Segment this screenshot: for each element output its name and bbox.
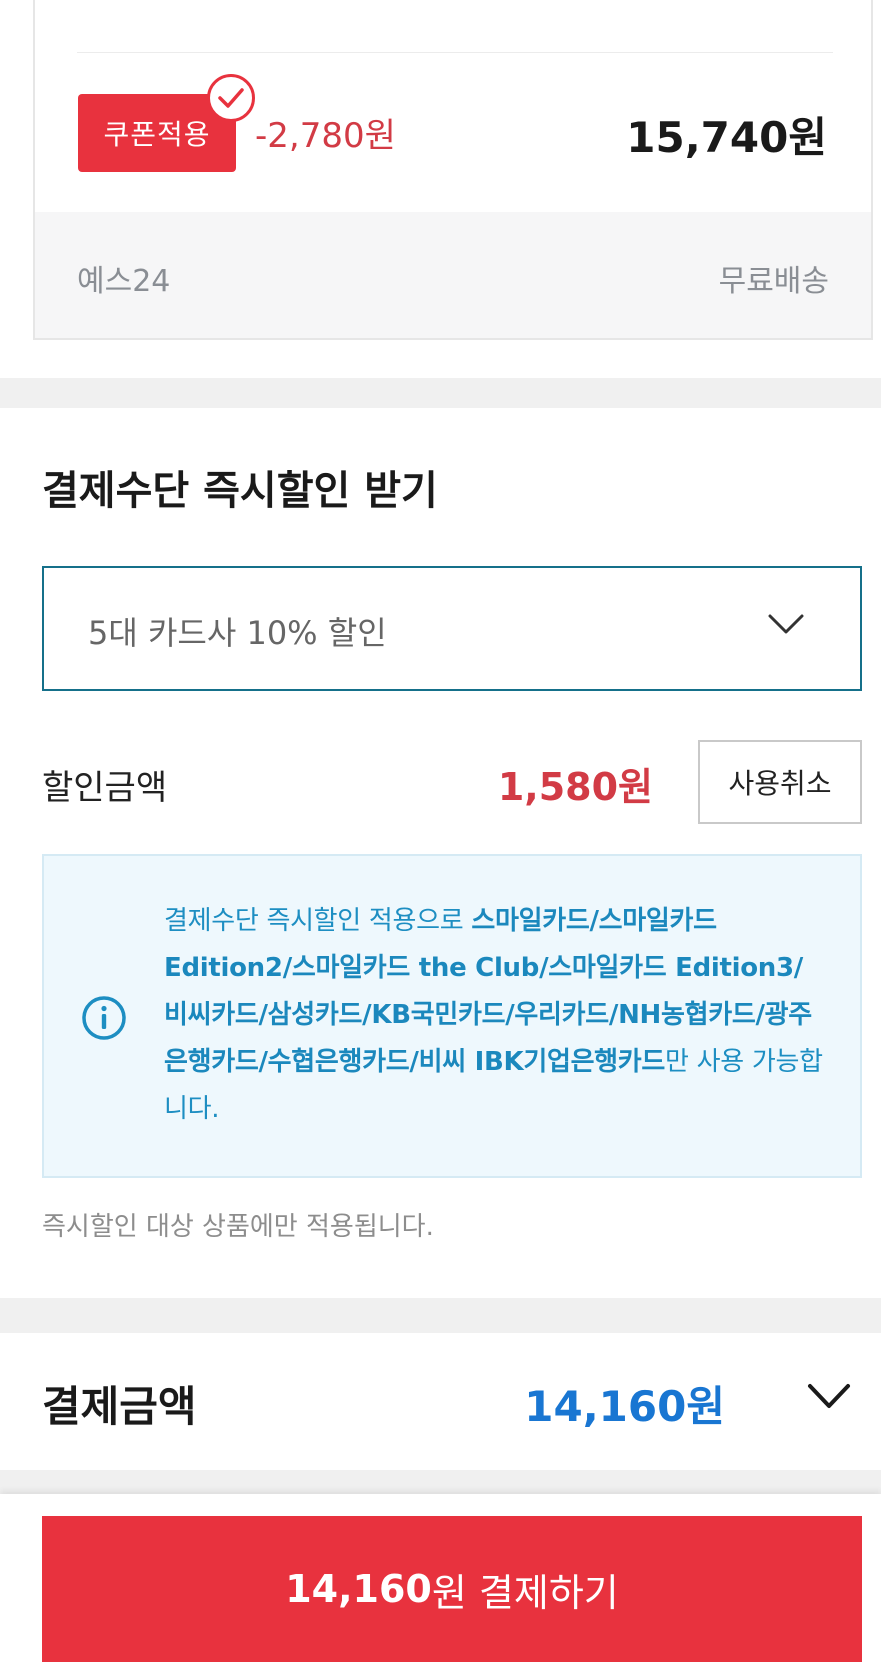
section-divider <box>0 1470 881 1494</box>
check-circle-icon <box>207 74 255 122</box>
item-price: 15,740원 <box>626 113 827 162</box>
cancel-discount-button[interactable]: 사용취소 <box>698 740 862 824</box>
coupon-badge-label: 쿠폰적용 <box>103 118 211 151</box>
chevron-down-icon[interactable] <box>807 1381 851 1415</box>
shipping-label: 무료배송 <box>718 264 829 299</box>
payment-total-row[interactable]: 결제금액 14,160원 <box>0 1333 881 1470</box>
seller-shipping-row: 예스24 무료배송 <box>35 212 871 338</box>
card-discount-select-value: 5대 카드사 10% 할인 <box>88 614 387 652</box>
bottom-action-bar: 14,160 원 결제하기 <box>0 1494 881 1668</box>
discount-notice-text: 결제수단 즉시할인 적용으로 스마일카드/스마일카드 Edition2/스마일카… <box>164 898 824 1133</box>
payment-total-amount: 14,160원 <box>524 1382 725 1431</box>
info-circle-icon <box>80 994 128 1046</box>
discount-notice-box: 결제수단 즉시할인 적용으로 스마일카드/스마일카드 Edition2/스마일카… <box>42 854 862 1178</box>
pay-button-label: 원 결제하기 <box>431 1570 619 1615</box>
seller-name: 예스24 <box>77 264 171 299</box>
section-divider <box>0 1298 881 1333</box>
card-discount-select[interactable]: 5대 카드사 10% 할인 <box>42 566 862 691</box>
chevron-down-icon <box>768 612 804 640</box>
discount-amount-value: 1,580원 <box>497 765 653 809</box>
payment-total-label: 결제금액 <box>42 1382 197 1431</box>
notice-prefix: 결제수단 즉시할인 적용으로 <box>164 906 472 936</box>
discount-amount-label: 할인금액 <box>42 768 168 808</box>
section-title-instant-discount: 결제수단 즉시할인 받기 <box>42 468 438 514</box>
pay-button-amount: 14,160 <box>285 1567 432 1611</box>
order-item-card: 쿠폰적용 -2,780원 15,740원 예스24 무료배송 <box>33 0 873 340</box>
divider <box>77 52 833 53</box>
coupon-discount-amount: -2,780원 <box>255 116 396 156</box>
instant-discount-footnote: 즉시할인 대상 상품에만 적용됩니다. <box>42 1212 434 1242</box>
pay-button[interactable]: 14,160 원 결제하기 <box>42 1516 862 1662</box>
section-divider <box>0 378 881 408</box>
